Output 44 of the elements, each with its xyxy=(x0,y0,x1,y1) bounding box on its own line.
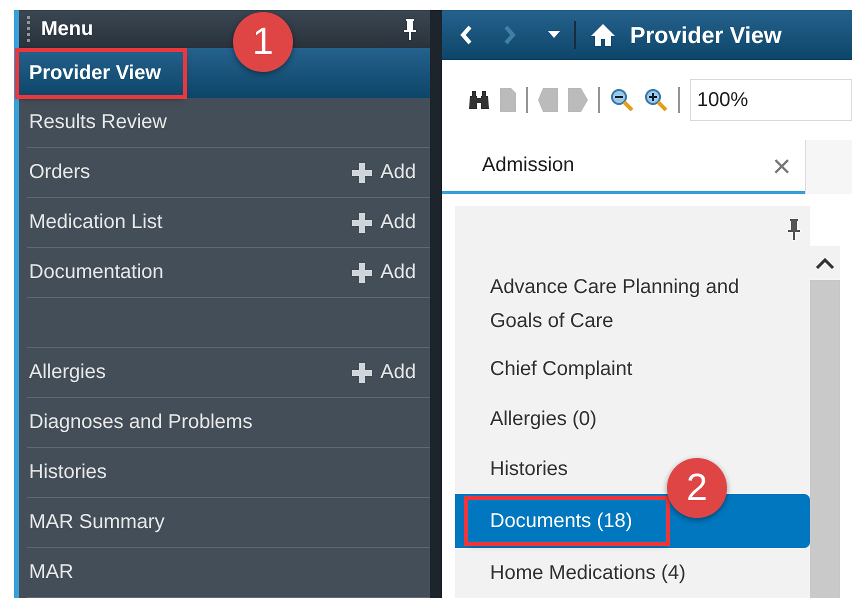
zoom-in-icon[interactable] xyxy=(644,88,668,112)
section-item[interactable]: Home Medications (4) xyxy=(490,556,686,590)
scroll-up-icon[interactable] xyxy=(815,256,835,270)
tab-strip-background xyxy=(805,140,852,194)
close-button[interactable]: × xyxy=(772,150,791,182)
menu-item-label: Diagnoses and Problems xyxy=(29,411,254,434)
back-icon[interactable] xyxy=(460,25,472,45)
menu-item-label: Documentation xyxy=(29,261,165,284)
add-button[interactable]: Add xyxy=(352,161,416,184)
menu-item-label: Orders xyxy=(29,161,92,184)
menu-item-label: MAR Summary xyxy=(29,511,166,534)
section-item[interactable]: Allergies (0) xyxy=(490,402,597,436)
menu-item[interactable]: Medication List Add xyxy=(27,198,430,248)
add-button[interactable]: Add xyxy=(352,211,416,234)
zoom-field[interactable]: 100% xyxy=(690,79,852,121)
menu-item-label: Allergies xyxy=(29,361,107,384)
caret-icon[interactable] xyxy=(548,31,560,39)
pin-icon[interactable] xyxy=(788,218,800,240)
scrollbar[interactable] xyxy=(810,246,840,598)
section-item[interactable]: Advance Care Planning and Goals of Care xyxy=(490,270,796,338)
menu-item-label: Histories xyxy=(29,461,108,484)
menu-item-label: Results Review xyxy=(29,111,168,134)
callout-badge: 2 xyxy=(667,458,727,518)
binoculars-icon[interactable] xyxy=(468,90,490,110)
menu-item[interactable]: Allergies Add xyxy=(27,348,430,398)
view-title: Provider View xyxy=(630,22,782,48)
add-button[interactable]: Add xyxy=(352,361,416,384)
menu-item[interactable]: Documentation Add xyxy=(27,248,430,298)
menu-title: Menu xyxy=(41,18,94,40)
grip-icon xyxy=(27,16,33,42)
section-item[interactable]: Histories xyxy=(490,452,568,486)
tab-label: Admission xyxy=(482,154,576,177)
menu-item-label: MAR xyxy=(29,561,74,584)
menu-item[interactable]: Orders Add xyxy=(27,148,430,198)
zoom-out-icon[interactable] xyxy=(610,88,634,112)
pin-icon[interactable] xyxy=(404,18,416,40)
plus-icon xyxy=(352,212,372,232)
home-icon[interactable] xyxy=(590,23,616,47)
plus-icon xyxy=(352,262,372,282)
plus-icon xyxy=(352,362,372,382)
section-item[interactable]: Chief Complaint xyxy=(490,352,632,386)
plus-icon xyxy=(352,162,372,182)
menu-item-label: Medication List xyxy=(29,211,164,234)
add-button[interactable]: Add xyxy=(352,261,416,284)
